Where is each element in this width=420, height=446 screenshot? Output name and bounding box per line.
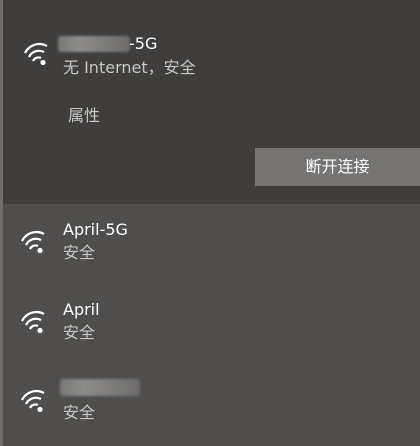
redacted-ssid-mask bbox=[60, 379, 140, 396]
wifi-full-icon bbox=[19, 389, 47, 413]
wifi-full-icon bbox=[22, 42, 50, 66]
wifi-flyout: -5G 无 Internet，安全 属性 断开连接 April-5G 安全 Ap… bbox=[0, 0, 420, 446]
connected-status: 无 Internet，安全 bbox=[63, 58, 196, 77]
network-item-redacted[interactable]: 安全 bbox=[3, 370, 420, 446]
connected-ssid-suffix: -5G bbox=[129, 34, 158, 53]
redacted-ssid-mask bbox=[58, 36, 130, 52]
wifi-full-icon bbox=[19, 310, 47, 334]
disconnect-button[interactable]: 断开连接 bbox=[255, 148, 420, 186]
network-status: 安全 bbox=[63, 403, 96, 422]
network-status: 安全 bbox=[63, 243, 96, 262]
network-item-april-5g[interactable]: April-5G 安全 bbox=[3, 210, 420, 286]
network-item-april[interactable]: April 安全 bbox=[3, 290, 420, 366]
wifi-full-icon bbox=[19, 230, 47, 254]
network-ssid: April bbox=[63, 300, 100, 319]
network-status: 安全 bbox=[63, 323, 96, 342]
properties-link[interactable]: 属性 bbox=[68, 106, 100, 126]
network-ssid: April-5G bbox=[63, 220, 128, 239]
